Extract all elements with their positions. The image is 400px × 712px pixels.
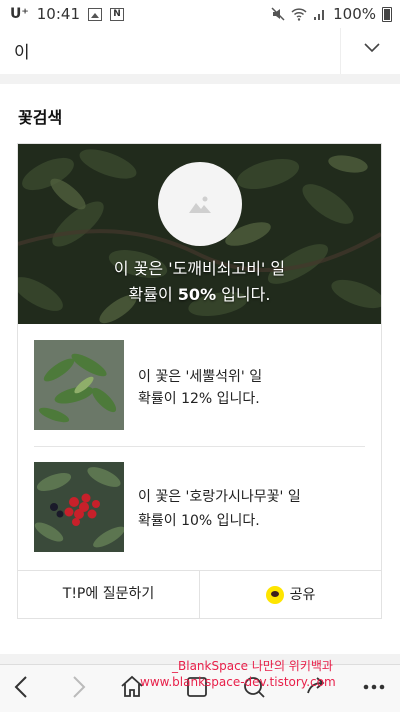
status-left: U⁺ 10:41 N [10,5,124,23]
result-item[interactable]: 이 꽃은 '세뿔석위' 일 확률이 12% 입니다. [34,340,366,432]
battery-percent: 100% [333,5,376,23]
n-notification-icon: N [110,7,124,21]
more-icon[interactable] [360,673,388,701]
result-thumbnail [34,462,124,552]
result-thumbnail [34,340,124,430]
watermark-title: _BlankSpace 나만의 위키백과 [172,659,333,673]
result-card: 이 꽃은 '도깨비쇠고비' 일 확률이 50% 입니다. 이 꽃은 '세뿔석위'… [17,143,382,619]
image-placeholder [158,162,242,246]
mute-icon [271,7,285,21]
battery-icon [382,6,392,22]
result-line2: 확률이 12% 입니다. [138,391,260,407]
chevron-down-icon[interactable] [364,40,380,56]
flower-search-section: 꽃검색 이 꽃은 '도깨비쇠고비' 일 확률이 50% 입니다. 이 꽃은 '세… [0,84,400,654]
result-line2: 확률이 10% 입니다. [138,513,260,529]
status-bar: U⁺ 10:41 N 100% [0,0,400,28]
back-arrow-icon[interactable] [8,673,36,701]
top-result-text: 이 꽃은 '도깨비쇠고비' 일 확률이 50% 입니다. [18,256,381,308]
search-divider [340,28,341,74]
result-line1: 이 꽃은 '호랑가시나무꽃' 일 [138,489,301,505]
image-placeholder-icon [189,196,211,213]
card-actions: T!P에 질문하기 공유 [18,570,381,619]
result-divider [34,446,365,447]
image-notification-icon [88,7,102,21]
top-result-line1: 이 꽃은 '도깨비쇠고비' 일 [113,259,286,278]
carrier-label: U⁺ [10,6,29,22]
result-item[interactable]: 이 꽃은 '호랑가시나무꽃' 일 확률이 10% 입니다. [34,462,366,554]
top-result-line2: 확률이 50% 입니다. [18,282,381,308]
top-result-suffix: 입니다. [216,285,271,304]
search-input[interactable]: 이 [14,38,30,63]
status-right: 100% [271,5,392,23]
top-result-percent: 50% [177,285,217,304]
holly-photo [34,462,124,552]
result-line1: 이 꽃은 '세뿔석위' 일 [138,369,263,385]
ask-tip-button[interactable]: T!P에 질문하기 [18,571,200,619]
share-label: 공유 [289,587,316,603]
section-title: 꽃검색 [18,108,63,127]
watermark-url: www.blankspace-dev.tistory.com [140,675,336,689]
signal-icon [314,10,325,20]
search-bar: 이 [0,28,400,74]
kakao-talk-icon [265,586,284,604]
top-result-prefix: 확률이 [128,285,178,304]
forward-arrow-icon[interactable] [64,673,92,701]
clock: 10:41 [36,5,80,23]
fern-photo [34,340,124,430]
share-button[interactable]: 공유 [200,571,381,619]
wifi-icon [291,8,307,21]
top-result-hero[interactable]: 이 꽃은 '도깨비쇠고비' 일 확률이 50% 입니다. [18,144,381,324]
